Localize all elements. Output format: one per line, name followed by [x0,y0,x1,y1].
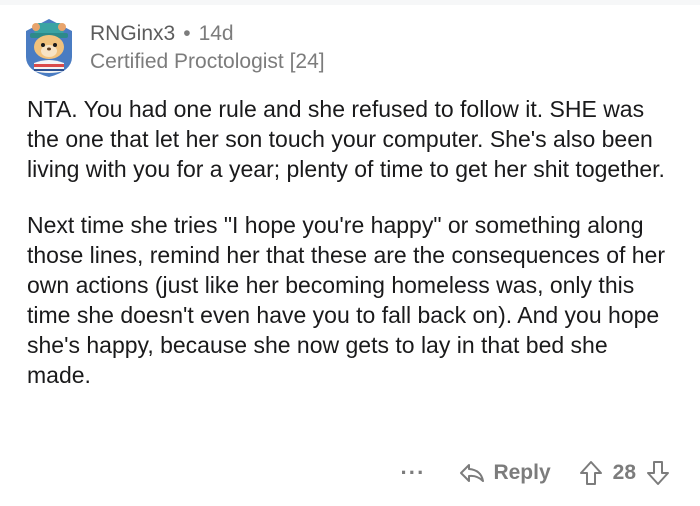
vote-score: 28 [612,461,636,484]
meta-separator: • [183,22,191,45]
comment-paragraph-1: NTA. You had one rule and she refused to… [27,96,665,182]
author-line: RNGinx3 • 14d [90,21,325,47]
reply-arrow-icon [459,462,485,484]
comment-body: NTA. You had one rule and she refused to… [27,94,677,416]
reply-button[interactable]: Reply [459,461,551,485]
upvote-arrow-icon[interactable] [579,460,603,486]
user-avatar[interactable] [22,17,76,79]
reply-label: Reply [493,461,551,484]
author-username[interactable]: RNGinx3 [90,21,175,47]
downvote-arrow-icon[interactable] [646,460,670,486]
vote-controls: 28 [579,460,670,486]
top-divider [0,0,700,5]
user-flair: Certified Proctologist [24] [90,50,325,73]
comment-age: 14d [198,22,234,45]
comment-actions: ··· Reply 28 [400,456,670,490]
comment-paragraph-2: Next time she tries "I hope you're happy… [27,212,666,388]
comment-header: RNGinx3 • 14d Certified Proctologist [24… [22,16,325,80]
more-options-button[interactable]: ··· [400,462,425,484]
comment-meta: RNGinx3 • 14d Certified Proctologist [24… [90,21,325,75]
